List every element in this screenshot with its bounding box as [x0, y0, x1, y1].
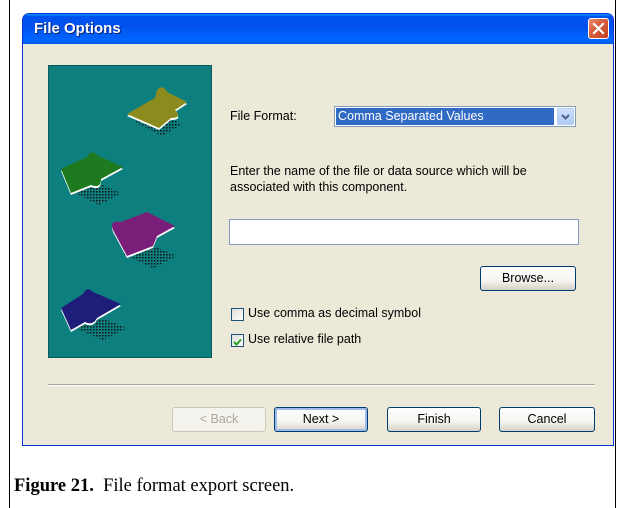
figure-caption: Figure 21. File format export screen. [14, 476, 294, 497]
relative-path-label: Use relative file path [248, 332, 362, 346]
dropdown-arrow[interactable] [557, 108, 574, 125]
next-button[interactable]: Next > [274, 407, 368, 432]
title-bar[interactable]: File Options [23, 14, 613, 44]
checkmark-icon [233, 338, 242, 346]
comma-decimal-checkbox[interactable] [231, 308, 244, 321]
close-icon [592, 22, 605, 35]
puzzle-pieces-icon [61, 87, 187, 340]
comma-decimal-label: Use comma as decimal symbol [248, 306, 421, 320]
file-options-dialog: File Options File Format: Comma Separate… [22, 13, 614, 446]
caption-prefix: Figure 21. [14, 476, 94, 496]
close-button[interactable] [588, 18, 609, 39]
finish-button[interactable]: Finish [387, 407, 481, 432]
chevron-down-icon [561, 114, 570, 120]
file-name-input[interactable] [229, 219, 579, 245]
instruction-text-line2: associated with this component. [230, 180, 408, 194]
caption-text: File format export screen. [103, 476, 295, 496]
instruction-text-line1: Enter the name of the file or data sourc… [230, 164, 527, 178]
puzzle-illustration [48, 65, 212, 358]
file-format-label: File Format: [230, 109, 297, 123]
back-button[interactable]: < Back [172, 407, 266, 432]
separator [48, 384, 595, 386]
browse-button[interactable]: Browse... [480, 266, 576, 291]
file-format-value: Comma Separated Values [336, 108, 554, 125]
file-format-select[interactable]: Comma Separated Values [334, 106, 576, 127]
relative-path-checkbox[interactable] [231, 334, 244, 347]
window-title: File Options [34, 20, 121, 37]
cancel-button[interactable]: Cancel [499, 407, 595, 432]
